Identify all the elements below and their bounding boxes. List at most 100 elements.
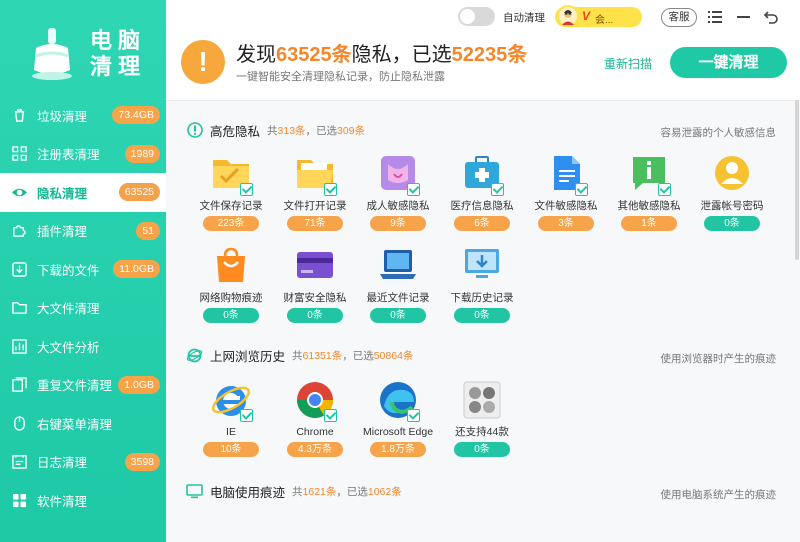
section-browser-history[interactable]: 上网浏览历史 共61351条，已选50864条 bbox=[186, 346, 413, 364]
customer-service-button[interactable]: 客服 bbox=[661, 8, 697, 27]
sidebar-item-file-analysis[interactable]: 大文件分析 bbox=[0, 327, 166, 366]
privacy-item-file-sensitive[interactable]: 文件敏感隐私 3条 bbox=[531, 154, 601, 231]
privacy-item-medical[interactable]: 医疗信息隐私 6条 bbox=[447, 154, 517, 231]
privacy-item-adult[interactable]: 成人敏感隐私 9条 bbox=[363, 154, 433, 231]
summary-prefix: 共 bbox=[267, 124, 278, 137]
privacy-item-wealth[interactable]: 财富安全隐私 0条 bbox=[280, 246, 350, 323]
privacy-item-recent-files[interactable]: 最近文件记录 0条 bbox=[363, 246, 433, 323]
summary-prefix: 共 bbox=[292, 485, 303, 498]
privacy-item-shopping[interactable]: 网络购物痕迹 0条 bbox=[196, 246, 266, 323]
section-pc-usage[interactable]: 电脑使用痕迹 共1621条，已选1062条 bbox=[186, 482, 402, 500]
summary-mid: ，已选 bbox=[342, 349, 374, 362]
sidebar-item-software[interactable]: 软件清理 bbox=[0, 481, 166, 520]
section-note: 使用浏览器时产生的痕迹 bbox=[660, 353, 777, 365]
auto-clean-toggle[interactable] bbox=[458, 7, 495, 26]
item-count-badge: 4.3万条 bbox=[287, 442, 343, 457]
section-summary: 共313条，已选309条 bbox=[267, 123, 365, 138]
folder-icon bbox=[11, 299, 28, 316]
sidebar-item-label: 插件清理 bbox=[37, 225, 88, 240]
item-count-badge: 9条 bbox=[370, 216, 426, 231]
user-account-icon bbox=[712, 154, 752, 194]
back-return-icon[interactable] bbox=[762, 8, 780, 26]
open-folder-icon bbox=[295, 154, 337, 196]
item-count-badge: 0条 bbox=[370, 308, 426, 323]
browser-item-edge[interactable]: Microsoft Edge 1.8万条 bbox=[363, 380, 433, 457]
browser-item-ie[interactable]: IE 10条 bbox=[196, 380, 266, 457]
item-label: 泄露帐号密码 bbox=[700, 200, 764, 212]
item-label: 医疗信息隐私 bbox=[450, 200, 514, 212]
privacy-item-file-open[interactable]: 文件打开记录 71条 bbox=[280, 154, 350, 231]
sidebar-item-context-menu[interactable]: 右键菜单清理 bbox=[0, 404, 166, 443]
item-label: 文件保存记录 bbox=[199, 200, 263, 212]
vip-v-label: V bbox=[582, 9, 591, 23]
apps-grid-icon bbox=[11, 492, 28, 509]
sidebar-item-badge: 3598 bbox=[124, 452, 160, 471]
privacy-item-file-save[interactable]: 文件保存记录 223条 bbox=[196, 154, 266, 231]
mouse-icon bbox=[11, 415, 28, 432]
laptop-icon bbox=[378, 246, 418, 286]
checkbox-checked[interactable] bbox=[407, 409, 420, 422]
sidebar-item-duplicates[interactable]: 重复文件清理 1.0GB bbox=[0, 366, 166, 405]
checkbox-checked[interactable] bbox=[324, 183, 337, 196]
sidebar-item-badge: 11.0GB bbox=[113, 260, 160, 278]
scrollbar[interactable] bbox=[795, 100, 799, 260]
privacy-item-other[interactable]: 其他敏感隐私 1条 bbox=[614, 154, 684, 231]
registry-grid-icon bbox=[11, 145, 28, 162]
item-count-badge: 0条 bbox=[454, 308, 510, 323]
sidebar-item-badge: 1.0GB bbox=[118, 375, 160, 394]
checkbox-checked[interactable] bbox=[658, 183, 671, 196]
rescan-link[interactable]: 重新扫描 bbox=[604, 55, 652, 72]
warning-icon: ! bbox=[181, 40, 225, 84]
browser-item-more[interactable]: 还支持44款 0条 bbox=[447, 380, 517, 457]
item-label: 财富安全隐私 bbox=[283, 292, 347, 304]
sidebar-item-plugins[interactable]: 插件清理 51 bbox=[0, 212, 166, 251]
edge-icon bbox=[378, 380, 420, 422]
item-count-badge: 6条 bbox=[454, 216, 510, 231]
item-count-badge: 223条 bbox=[203, 216, 259, 231]
sidebar-item-label: 软件清理 bbox=[37, 494, 88, 509]
summary-mid: ，已选 bbox=[336, 485, 368, 498]
sidebar-item-downloads[interactable]: 下载的文件 11.0GB bbox=[0, 250, 166, 289]
page-subtitle: 一键智能安全清理隐私记录，防止隐私泄露 bbox=[236, 71, 445, 83]
checkbox-checked[interactable] bbox=[575, 183, 588, 196]
summary-selected: 1062条 bbox=[367, 485, 402, 498]
sidebar-item-label: 垃圾清理 bbox=[37, 109, 88, 124]
minimize-icon[interactable] bbox=[734, 8, 752, 26]
sidebar-item-label: 隐私清理 bbox=[37, 186, 88, 201]
sidebar-item-label: 大文件分析 bbox=[37, 340, 100, 355]
vip-badge[interactable]: V 会... bbox=[555, 5, 642, 27]
section-note: 容易泄露的个人敏感信息 bbox=[660, 127, 777, 139]
one-click-clean-button[interactable]: 一键清理 bbox=[670, 47, 787, 78]
browser-ie-icon bbox=[186, 347, 203, 364]
sidebar-item-large-files[interactable]: 大文件清理 bbox=[0, 289, 166, 328]
checkbox-checked[interactable] bbox=[324, 409, 337, 422]
menu-list-icon[interactable] bbox=[706, 8, 724, 26]
item-label: Microsoft Edge bbox=[363, 426, 434, 438]
yellow-folder-icon bbox=[211, 154, 253, 196]
sidebar-item-privacy[interactable]: 隐私清理 63525 bbox=[0, 173, 166, 212]
sidebar-item-junk[interactable]: 垃圾清理 73.4GB bbox=[0, 96, 166, 135]
adult-content-icon bbox=[378, 154, 420, 196]
item-count-badge: 0条 bbox=[704, 216, 760, 231]
checkbox-checked[interactable] bbox=[407, 183, 420, 196]
privacy-item-leaked-password[interactable]: 泄露帐号密码 0条 bbox=[697, 154, 767, 231]
sidebar-item-label: 注册表清理 bbox=[37, 148, 100, 163]
app-title-line-2: 清理 bbox=[90, 54, 147, 79]
sidebar-item-registry[interactable]: 注册表清理 1989 bbox=[0, 135, 166, 174]
section-high-risk[interactable]: 高危隐私 共313条，已选309条 bbox=[186, 121, 365, 139]
checkbox-checked[interactable] bbox=[491, 183, 504, 196]
broom-logo-icon bbox=[32, 28, 72, 80]
privacy-item-download-history[interactable]: 下载历史记录 0条 bbox=[447, 246, 517, 323]
checkbox-checked[interactable] bbox=[240, 183, 253, 196]
item-count-badge: 71条 bbox=[287, 216, 343, 231]
browser-item-chrome[interactable]: Chrome 4.3万条 bbox=[280, 380, 350, 457]
info-chat-icon bbox=[629, 154, 671, 196]
sidebar-item-logs[interactable]: 日志清理 3598 bbox=[0, 443, 166, 482]
item-label: Chrome bbox=[296, 426, 334, 438]
checkbox-checked[interactable] bbox=[240, 409, 253, 422]
monitor-download-icon bbox=[462, 246, 502, 286]
summary-mid: ，已选 bbox=[305, 124, 338, 137]
sidebar-item-label: 日志清理 bbox=[37, 456, 88, 471]
more-browsers-icon bbox=[462, 380, 502, 420]
found-count: 63525条 bbox=[276, 44, 352, 66]
